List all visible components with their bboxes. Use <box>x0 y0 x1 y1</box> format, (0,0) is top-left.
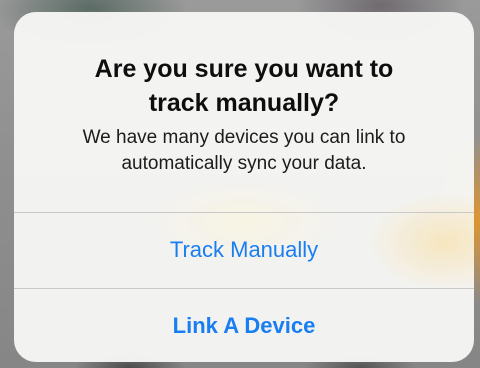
alert-message-line-1: We have many devices you can link to <box>82 127 406 148</box>
track-manually-button[interactable]: Track Manually <box>14 213 474 287</box>
alert-message: We have many devices you can link to auto… <box>34 125 454 177</box>
alert-message-line-2: automatically sync your data. <box>121 153 367 174</box>
alert-title-line-1: Are you sure you want to <box>94 55 394 83</box>
alert-title: Are you sure you want to track manually? <box>34 52 454 120</box>
alert-title-line-2: track manually? <box>148 89 340 117</box>
alert-header: Are you sure you want to track manually? … <box>14 12 474 212</box>
alert-dialog: Are you sure you want to track manually? … <box>14 12 474 362</box>
link-a-device-button[interactable]: Link A Device <box>14 289 474 362</box>
